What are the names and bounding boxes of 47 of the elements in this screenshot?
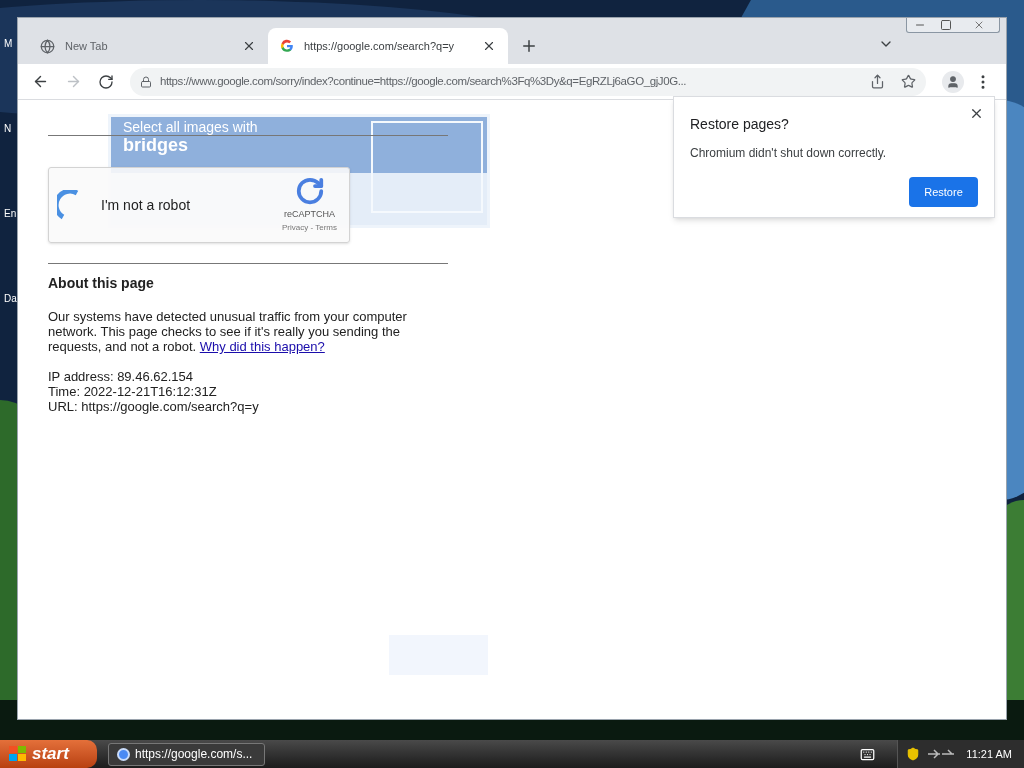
bubble-title: Restore pages? (690, 115, 790, 134)
start-button[interactable]: start (0, 740, 97, 768)
taskbar-button[interactable]: https://google.com/s... (108, 742, 265, 766)
browser-tab[interactable]: New Tab (28, 28, 268, 64)
star-icon[interactable] (901, 74, 916, 89)
recaptcha-brand: reCAPTCHA (284, 208, 335, 222)
captcha-label: I'm not a robot (101, 195, 191, 215)
detail-line: IP address: 89.46.62.154 (48, 369, 195, 384)
close-icon[interactable] (242, 39, 256, 53)
desktop-icon-label: En (3, 207, 17, 221)
back-icon[interactable] (32, 73, 49, 90)
notice-paragraph: Our systems have detected unusual traffic from your computer network. This page checks to see if it's really you sending the requests, and not a robot. Why did this happen? (48, 309, 408, 354)
windows-logo-icon (8, 745, 28, 763)
detail-line: Time: 2022-12-21T16:12:31Z (48, 384, 218, 399)
bubble-message: Chromium didn't shut down correctly. (690, 145, 888, 162)
shield-icon[interactable] (906, 747, 921, 761)
desktop-icon-label: N (3, 122, 13, 136)
restore-button[interactable]: Restore (909, 177, 978, 207)
spinner-icon (57, 190, 79, 220)
keyboard-icon[interactable] (860, 746, 876, 762)
url-text: https://www.google.com/sorry/index?continue=https://google.com/search%3Fq%3Dy&q=EgRZLj6aGO_gjJ0G... (160, 73, 687, 89)
clock: 11:21 AM (966, 746, 1012, 762)
share-icon[interactable] (870, 74, 885, 89)
new-tab-icon[interactable] (520, 37, 538, 55)
detail-line: URL: https://google.com/search?q=y (48, 399, 260, 414)
browser-tab[interactable]: https://google.com/search?q=y (268, 28, 508, 64)
help-link[interactable]: Why did this happen? (199, 339, 325, 354)
recaptcha-logo-icon (294, 176, 325, 207)
chromium-icon (117, 747, 130, 761)
address-bar[interactable]: https://www.google.com/sorry/index?continue=https://google.com/search%3Fq%3Dy&q=EgRZLj6aGO_gjJ0G... (130, 67, 926, 96)
desktop-icon-label: M (3, 37, 14, 51)
tab-title: https://google.com/search?q=y (304, 38, 456, 54)
tab-title: New Tab (65, 38, 109, 54)
globe-icon (40, 38, 55, 54)
maximize-icon[interactable] (940, 19, 952, 31)
profile-avatar[interactable] (942, 70, 964, 93)
lock-icon (140, 75, 152, 88)
recaptcha-links[interactable]: Privacy - Terms (282, 221, 337, 234)
about-heading: About this page (48, 274, 155, 293)
challenge-prompt: Select all images with (123, 119, 259, 135)
reload-icon[interactable] (98, 73, 114, 90)
close-icon[interactable] (482, 39, 496, 53)
google-icon (280, 39, 294, 53)
desktop-icon-label: Da (3, 292, 17, 306)
close-icon[interactable] (969, 106, 984, 121)
challenge-target: bridges (123, 135, 189, 155)
network-icon[interactable] (926, 747, 957, 761)
